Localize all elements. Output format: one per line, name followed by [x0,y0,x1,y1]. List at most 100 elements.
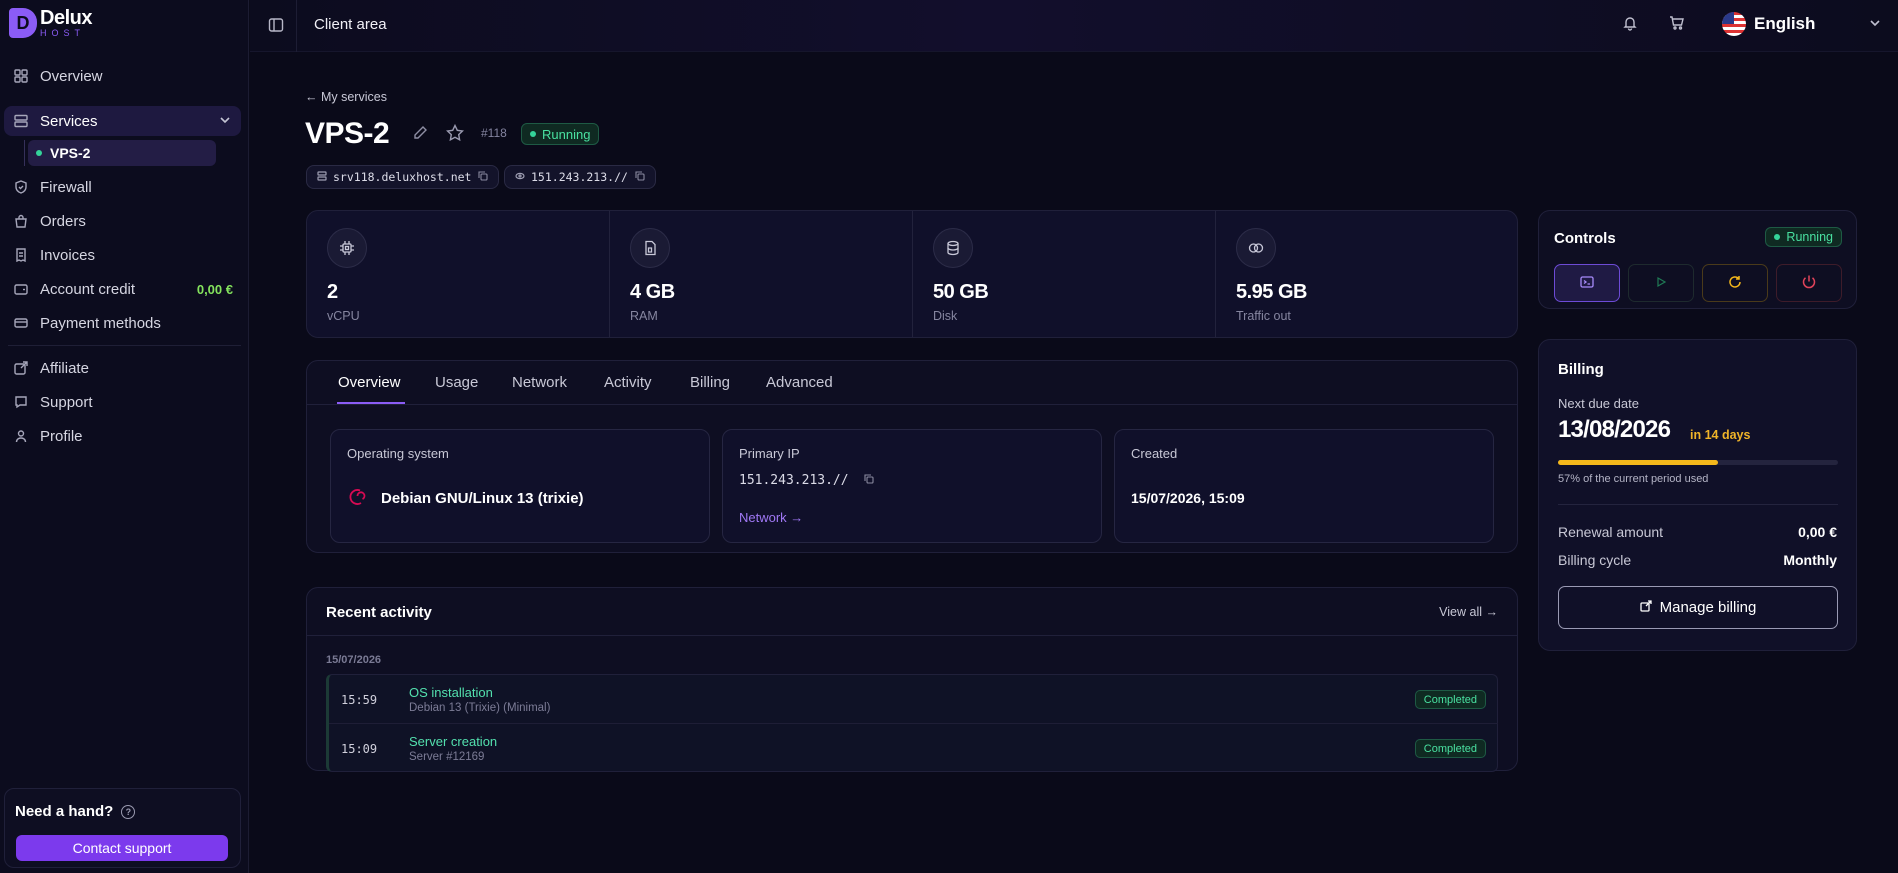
renewal-value: 0,00 € [1798,524,1837,540]
tab-advanced[interactable]: Advanced [766,374,833,391]
memory-icon [630,228,670,268]
created-value: 15/07/2026, 15:09 [1131,490,1245,506]
sidebar-item-label: Profile [40,427,83,445]
sidebar-item-overview[interactable]: Overview [4,61,241,91]
sidebar-item-label: Services [40,112,98,130]
debian-icon [347,486,369,511]
next-due-date: 13/08/2026 [1558,416,1671,443]
sidebar-item-profile[interactable]: Profile [4,421,241,451]
chevron-down-icon[interactable] [1868,16,1882,33]
activity-row[interactable]: 15:59 OS installation Debian 13 (Trixie)… [329,675,1498,723]
start-button[interactable] [1628,264,1694,302]
hostname-text: srv118.deluxhost.net [333,170,472,184]
activity-header: Recent activity View all → [307,588,1517,636]
credit-value: 0,00 € [196,281,233,297]
tab-usage[interactable]: Usage [435,374,478,391]
back-link[interactable]: ← My services [305,90,387,104]
chat-icon [12,393,30,411]
play-icon [1655,276,1667,291]
network-link[interactable]: Network → [739,510,803,525]
bell-icon[interactable] [1622,15,1638,34]
traffic-icon [1236,228,1276,268]
service-id: #118 [481,126,507,140]
help-card: Need a hand? ? Contact support [4,788,241,868]
contact-support-button[interactable]: Contact support [16,835,228,861]
brand-name: Delux [40,7,92,29]
renewal-label: Renewal amount [1558,524,1664,540]
sidebar: D Delux HOST Overview Services VPS-2 Fir… [0,0,249,873]
spec-label: vCPU [327,309,360,323]
cart-icon[interactable] [1669,15,1685,34]
sidebar-item-services[interactable]: Services [4,106,241,136]
cycle-label: Billing cycle [1558,552,1632,568]
sidebar-item-label: Orders [40,212,86,230]
topbar: Client area English [250,0,1898,52]
sidebar-toggle-icon[interactable] [268,17,284,36]
stop-button[interactable] [1776,264,1842,302]
shield-icon [12,178,30,196]
help-title: Need a hand? ? [15,803,136,820]
sidebar-subitem-vps[interactable]: VPS-2 [28,140,216,166]
view-all-link[interactable]: View all → [1439,605,1498,619]
copy-icon[interactable] [635,170,645,184]
sidebar-item-firewall[interactable]: Firewall [4,172,241,202]
server-icon [12,112,30,130]
ip-text: 151.243.213.// [531,170,628,184]
sidebar-divider [8,345,241,346]
sidebar-item-support[interactable]: Support [4,387,241,417]
sidebar-item-account-credit[interactable]: Account credit 0,00 € [4,274,241,304]
billing-divider [1558,504,1838,505]
sidebar-item-label: Overview [40,67,103,85]
database-icon [933,228,973,268]
sidebar-item-affiliate[interactable]: Affiliate [4,353,241,383]
manage-billing-label: Manage billing [1659,599,1757,616]
os-label: Operating system [347,446,449,461]
tab-activity[interactable]: Activity [604,374,652,391]
spec-label: RAM [630,309,658,323]
billing-card: Billing Next due date 13/08/2026 in 14 d… [1538,339,1857,651]
tab-billing[interactable]: Billing [690,374,730,391]
tab-overview[interactable]: Overview [338,374,401,391]
os-value: Debian GNU/Linux 13 (trixie) [381,490,584,507]
period-progress-bar [1558,460,1838,465]
copy-icon[interactable] [478,170,489,184]
due-in-days: in 14 days [1690,428,1751,442]
restart-button[interactable] [1702,264,1768,302]
sidebar-item-payment-methods[interactable]: Payment methods [4,308,241,338]
activity-date: 15/07/2026 [326,654,382,666]
ip-chip[interactable]: 151.243.213.// [504,165,656,189]
share-icon [12,359,30,377]
spec-disk: 50 GB Disk [913,211,1216,337]
sidebar-subitem-label: VPS-2 [50,145,91,161]
language-selector[interactable]: English [1722,12,1815,36]
activity-time: 15:59 [341,693,378,707]
sidebar-item-label: Firewall [40,178,92,196]
pencil-icon[interactable] [412,125,428,144]
activity-row[interactable]: 15:09 Server creation Server #12169 Comp… [329,723,1498,771]
spec-value: 5.95 GB [1236,281,1307,303]
activity-list: 15:59 OS installation Debian 13 (Trixie)… [326,674,1498,772]
activity-status-badge: Completed [1414,739,1486,758]
external-link-icon [1639,599,1652,616]
hostname-chip[interactable]: srv118.deluxhost.net [306,165,500,189]
activity-status-badge: Completed [1414,690,1486,709]
ip-label: Primary IP [739,446,800,461]
brand-logo[interactable]: D Delux HOST [9,8,92,38]
copy-icon[interactable] [864,473,874,488]
spec-ram: 4 GB RAM [610,211,913,337]
grid-icon [12,67,30,85]
chevron-down-icon[interactable] [219,113,231,130]
spec-traffic: 5.95 GB Traffic out [1216,211,1519,337]
manage-billing-button[interactable]: Manage billing [1558,586,1838,629]
question-icon: ? [121,804,136,819]
sidebar-item-orders[interactable]: Orders [4,206,241,236]
console-button[interactable] [1554,264,1620,302]
submenu-line [24,140,25,166]
spec-value: 50 GB [933,281,989,303]
help-title-text: Need a hand? [15,803,114,820]
tab-network[interactable]: Network [512,374,567,391]
star-icon[interactable] [445,123,465,145]
activity-detail: Server #12169 [409,751,485,763]
period-progress-fill [1558,460,1718,465]
sidebar-item-invoices[interactable]: Invoices [4,240,241,270]
